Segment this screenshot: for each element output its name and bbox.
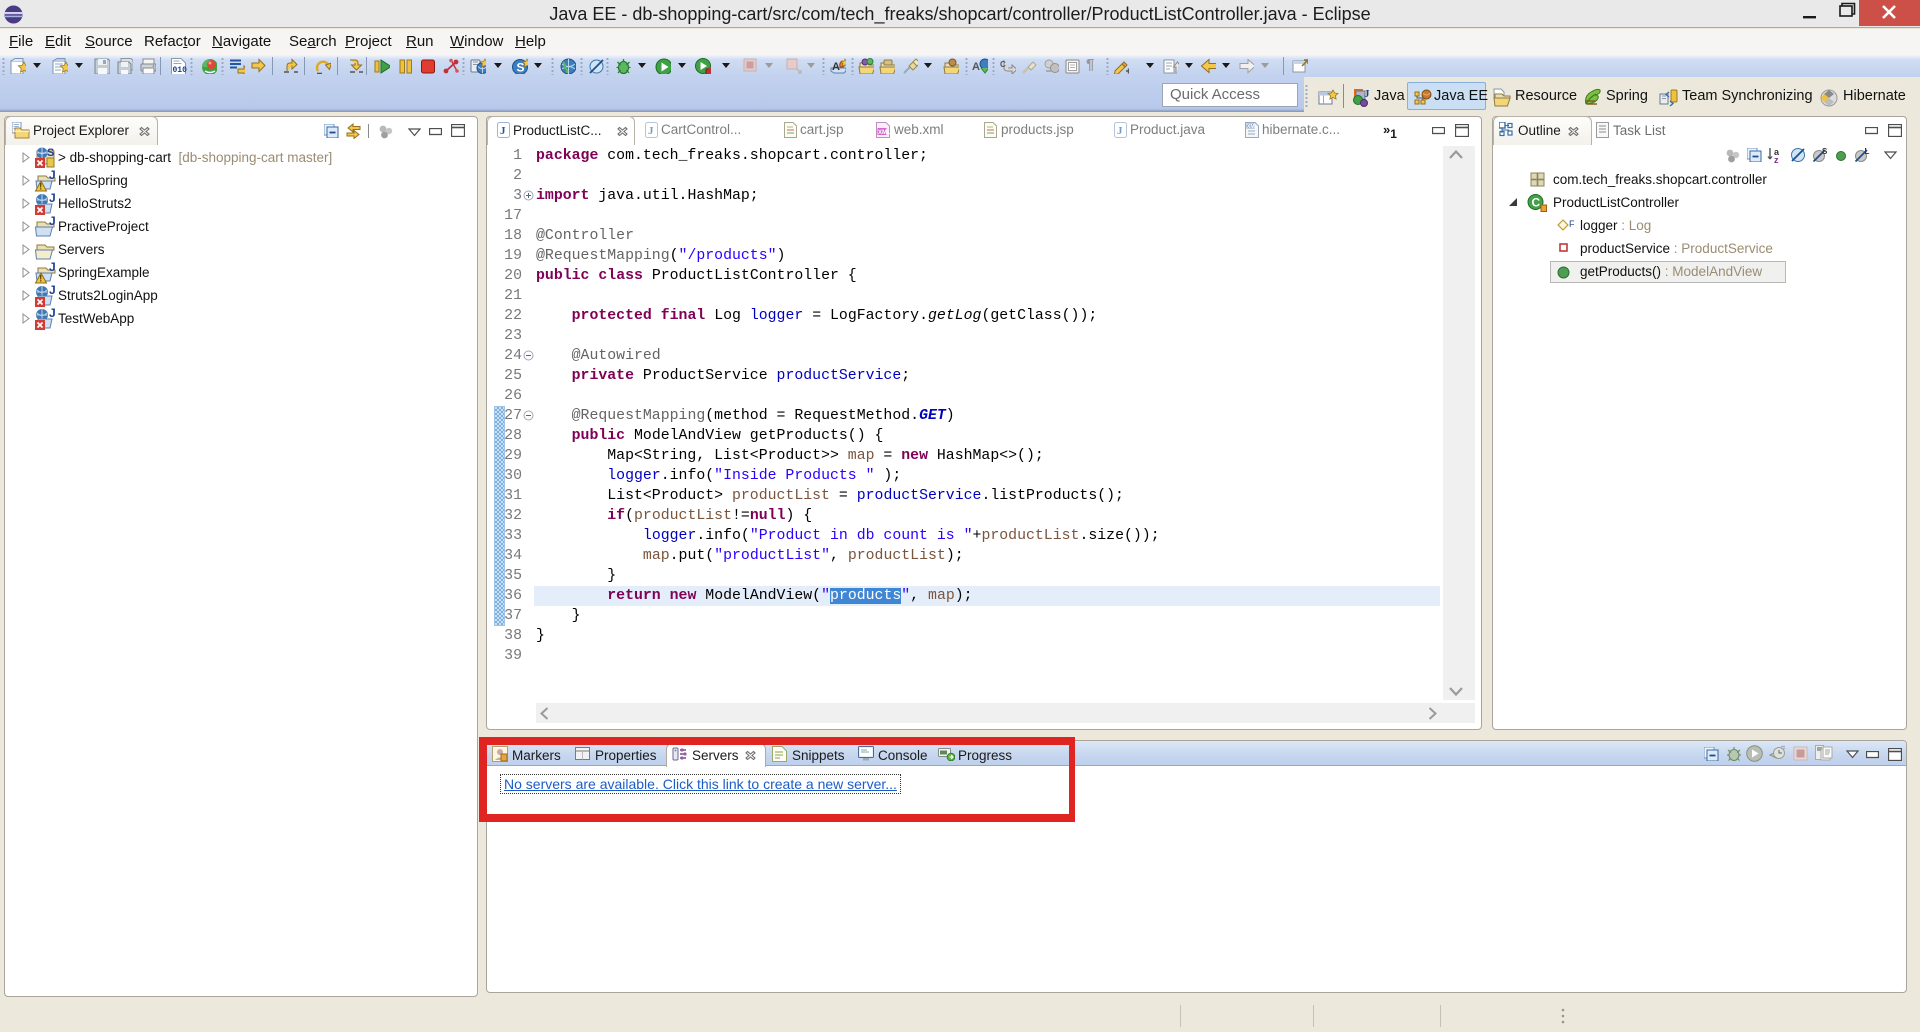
svg-text:S: S [47,147,54,159]
svg-text:!: ! [39,274,42,284]
svg-text:J: J [49,193,56,205]
svg-text:XML: XML [1247,124,1258,130]
svg-text:L: L [1865,147,1870,156]
svg-text:C: C [1000,60,1006,69]
svg-text:!: ! [39,182,42,192]
svg-text:J: J [49,308,56,320]
svg-text:C: C [1532,196,1541,210]
svg-text:J: J [500,125,506,137]
svg-text:J: J [648,125,654,137]
svg-text:A: A [972,61,980,73]
svg-text:XML: XML [878,130,890,136]
svg-text:J: J [49,216,56,228]
svg-text:J: J [1117,125,1123,137]
svg-text:J: J [49,262,56,274]
svg-text:S: S [1822,147,1828,156]
svg-text:J: J [1364,88,1370,100]
svg-text:J: J [49,285,56,297]
svg-text:z: z [1774,155,1779,164]
svg-text:F: F [1569,219,1575,229]
svg-text:A: A [832,61,840,73]
svg-text:010: 010 [173,66,188,74]
svg-text:J: J [49,170,56,182]
